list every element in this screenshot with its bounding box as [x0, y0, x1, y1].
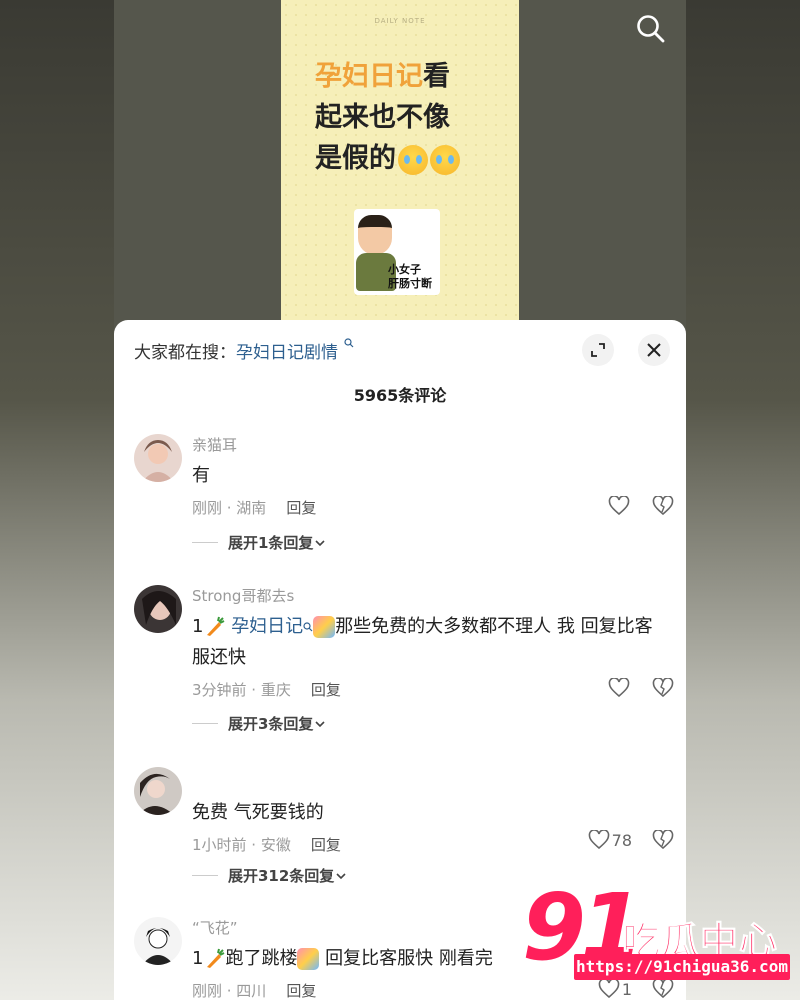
heart-outline-icon: [588, 830, 609, 850]
like-button[interactable]: [608, 496, 632, 516]
broken-heart-icon: [652, 496, 674, 516]
video-thumbnail[interactable]: DAILY NOTE 孕妇日记看 起来也不像 是假的 小女子 肝肠寸断: [281, 0, 519, 320]
watermark-url: https://91chigua36.com: [574, 954, 790, 980]
avatar[interactable]: [134, 917, 182, 965]
chevron-down-icon: [336, 872, 346, 879]
comment-text-prefix: 1: [192, 948, 204, 969]
video-title: 孕妇日记看 起来也不像 是假的: [315, 56, 505, 179]
comment-item: Strong哥都去s 1 孕妇日记 那些免费的大多数都不理人 我 回复比客服还快 …: [134, 585, 674, 745]
comment-actions: [608, 678, 674, 698]
comment-item: 亲猫耳 有 刚刚 · 湖南 回复 展开1条回复: [134, 434, 674, 564]
comment-text-prefix: 1: [192, 616, 204, 637]
heart-outline-icon: [608, 678, 630, 698]
close-button[interactable]: [638, 334, 670, 366]
broken-heart-icon: [652, 830, 674, 850]
expand-replies-label: 展开1条回复: [228, 534, 314, 552]
comment-keyword-link[interactable]: 孕妇日记: [231, 616, 303, 637]
comment-text-rest: 回复比客服快 刚看完: [319, 948, 493, 969]
expand-replies-button[interactable]: 展开1条回复: [192, 532, 327, 553]
sticker-face: [358, 215, 392, 255]
crying-emoji-icon: [430, 144, 460, 175]
site-watermark: 91 吃瓜中心 https://91chigua36.com: [522, 874, 792, 990]
expand-replies-button[interactable]: 展开312条回复: [192, 865, 348, 886]
phone-screen: DAILY NOTE 孕妇日记看 起来也不像 是假的 小女子 肝肠寸断 大家都在…: [114, 0, 686, 1000]
comment-time-location: 刚刚 · 四川: [192, 982, 267, 1000]
broken-heart-icon: [652, 678, 674, 698]
carrot-icon: [207, 948, 225, 968]
expand-replies-label: 展开3条回复: [228, 715, 314, 733]
trending-search-keyword[interactable]: 孕妇日记剧情: [236, 343, 338, 363]
search-button[interactable]: [634, 12, 668, 46]
dislike-button[interactable]: [652, 830, 674, 850]
reply-button[interactable]: 回复: [286, 982, 316, 1000]
expand-replies-button[interactable]: 展开3条回复: [192, 713, 327, 734]
comment-time-location: 1小时前 · 安徽: [192, 836, 291, 854]
chevron-down-icon: [315, 539, 326, 546]
comment-time-location: 3分钟前 · 重庆: [192, 681, 291, 699]
comment-meta: 3分钟前 · 重庆 回复: [192, 679, 662, 701]
comment-body: Strong哥都去s 1 孕妇日记 那些免费的大多数都不理人 我 回复比客服还快 …: [192, 585, 662, 701]
dislike-button[interactable]: [652, 496, 674, 516]
crying-emoji-icon: [398, 144, 428, 175]
comment-text-mid: 跑了跳楼: [225, 948, 298, 969]
daily-note-label: DAILY NOTE: [374, 17, 426, 25]
comment-actions: [608, 496, 674, 516]
divider-line: [192, 542, 218, 543]
sticker-text: 小女子 肝肠寸断: [388, 263, 432, 290]
comment-count: 5965条评论: [353, 386, 447, 405]
dislike-button[interactable]: [652, 678, 674, 698]
close-icon: [647, 343, 661, 357]
comment-username[interactable]: 亲猫耳: [192, 434, 662, 456]
comment-text: 1 孕妇日记 那些免费的大多数都不理人 我 回复比客服还快: [192, 611, 662, 673]
trending-search-prefix: 大家都在搜：: [134, 343, 236, 363]
small-search-icon: [303, 622, 313, 632]
comment-username[interactable]: Strong哥都去s: [192, 585, 662, 607]
comment-time-location: 刚刚 · 湖南: [192, 499, 267, 517]
expand-icon: [591, 343, 605, 357]
carrot-icon: [207, 616, 225, 636]
comment-text: 免费 气死要钱的: [192, 802, 324, 823]
divider-line: [192, 723, 218, 724]
video-title-part3: 是假的: [315, 143, 396, 174]
comment-text: 有: [192, 465, 210, 486]
reply-button[interactable]: 回复: [311, 681, 341, 699]
heart-outline-icon: [608, 496, 630, 516]
trending-search[interactable]: 大家都在搜：孕妇日记剧情: [134, 338, 354, 363]
chevron-down-icon: [315, 720, 326, 727]
divider-line: [192, 875, 218, 876]
comment-meta: 刚刚 · 湖南 回复: [192, 497, 662, 519]
avatar[interactable]: [134, 585, 182, 633]
avatar[interactable]: [134, 434, 182, 482]
expand-button[interactable]: [582, 334, 614, 366]
expand-replies-label: 展开312条回复: [228, 867, 335, 885]
reply-button[interactable]: 回复: [311, 836, 341, 854]
search-icon: [637, 15, 665, 43]
comment-actions: 78: [588, 830, 674, 850]
hug-emoji-icon: [313, 616, 336, 638]
small-search-icon: [344, 338, 354, 348]
like-button[interactable]: [608, 678, 632, 698]
video-title-highlight: 孕妇日记: [315, 61, 423, 92]
sticker-image: 小女子 肝肠寸断: [354, 209, 440, 295]
comment-body: 亲猫耳 有 刚刚 · 湖南 回复: [192, 434, 662, 519]
video-title-part1: 看: [423, 61, 450, 92]
video-title-part2: 起来也不像: [315, 102, 450, 133]
hug-emoji-icon: [297, 948, 320, 970]
reply-button[interactable]: 回复: [286, 499, 316, 517]
avatar[interactable]: [134, 767, 182, 815]
like-count: 78: [611, 830, 632, 850]
like-button[interactable]: 78: [588, 830, 632, 850]
